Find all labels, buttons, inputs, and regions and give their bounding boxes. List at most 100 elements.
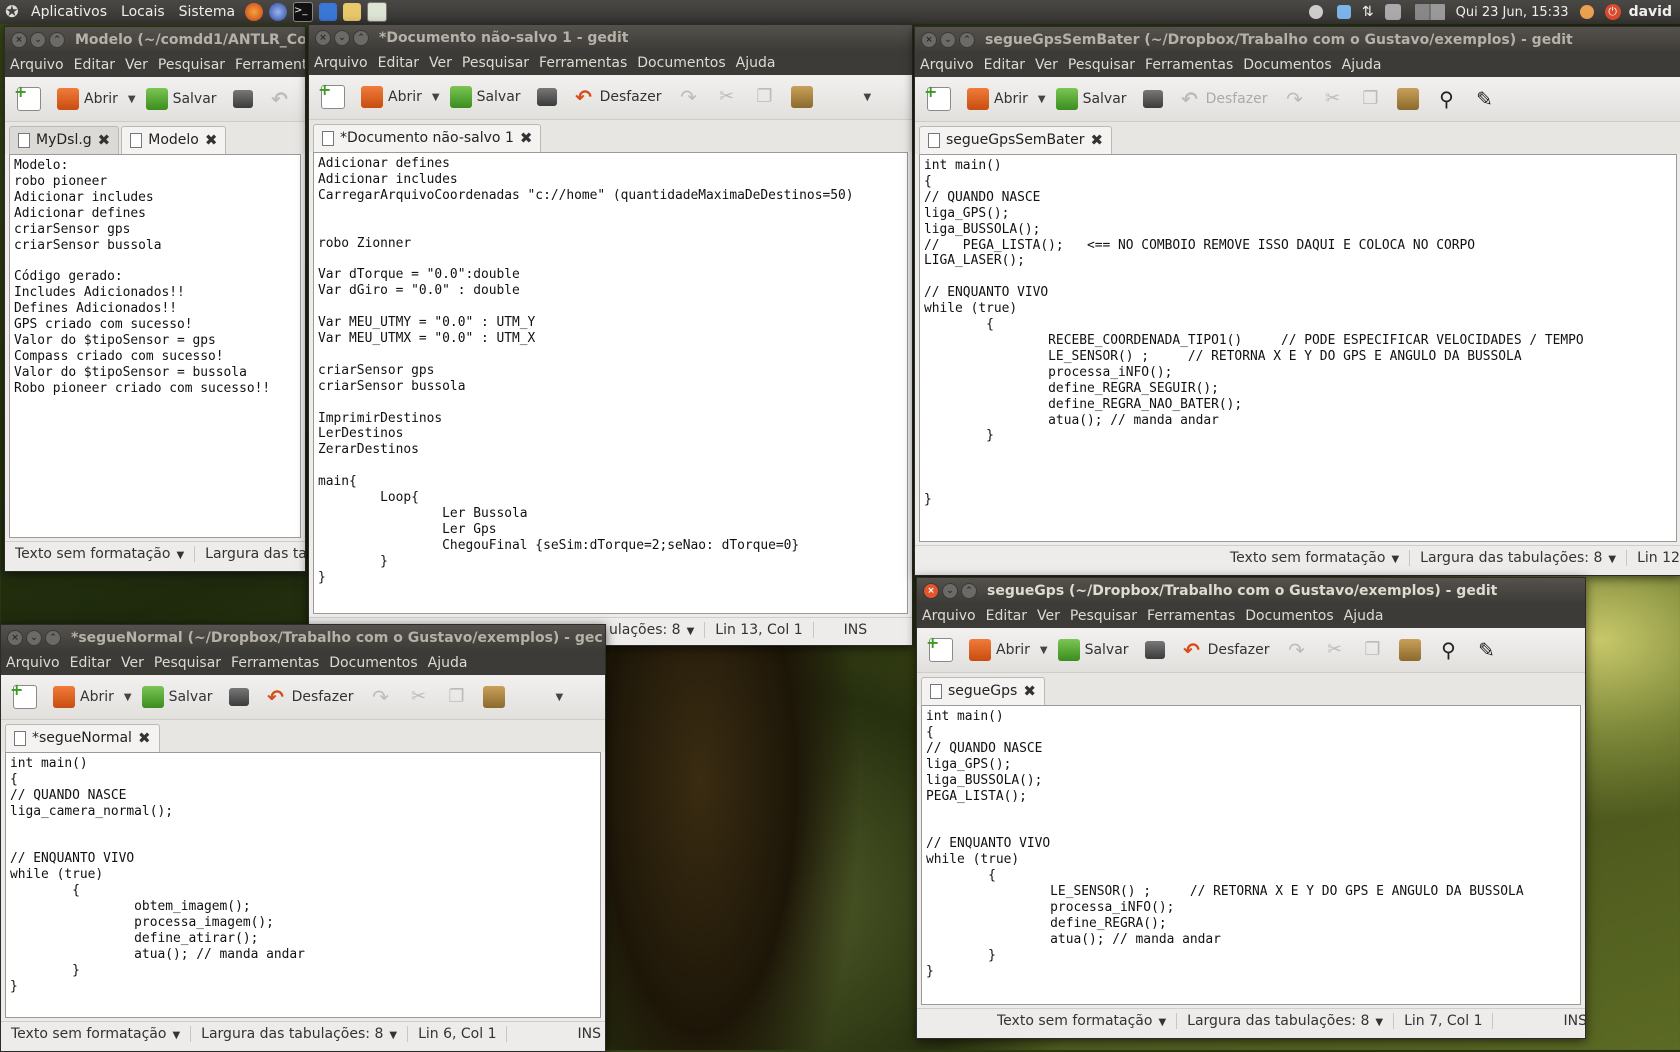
editor-content[interactable]: int main() { // QUANDO NASCE liga_GPS();… <box>922 706 1580 982</box>
tab-width-selector[interactable]: Largura das tabula <box>195 546 305 562</box>
undo-button[interactable]: ↶ Desfazer <box>1173 84 1274 114</box>
tab-seguegpssembater[interactable]: segueGpsSemBater ✖ <box>919 126 1113 154</box>
print-button[interactable] <box>1137 86 1169 112</box>
maximize-icon[interactable]: ⌃ <box>959 32 975 48</box>
cut-button[interactable]: ✂ <box>1317 635 1351 665</box>
open-button[interactable]: Abrir <box>47 682 120 712</box>
format-selector[interactable]: Texto sem formatação ▼ <box>5 546 196 562</box>
menu-ver[interactable]: Ver <box>120 57 153 73</box>
open-dropdown-icon[interactable]: ▼ <box>432 92 440 103</box>
redo-button[interactable]: ↷ <box>671 82 705 112</box>
network-arrows-icon[interactable]: ⇅ <box>1362 4 1374 20</box>
maximize-icon[interactable]: ⌃ <box>49 32 65 48</box>
close-icon[interactable]: × <box>11 32 27 48</box>
menu-locais[interactable]: Locais <box>114 4 172 20</box>
tab-documento[interactable]: *Documento não-salvo 1 ✖ <box>313 124 542 152</box>
menu-ferramentas[interactable]: Ferramentas <box>1140 57 1238 73</box>
title-bar[interactable]: × ⌄ ⌃ *Documento não-salvo 1 - gedit <box>309 25 912 51</box>
menu-arquivo[interactable]: Arquivo <box>915 57 979 73</box>
folder-icon[interactable] <box>343 3 362 21</box>
save-button[interactable]: Salvar <box>136 682 219 712</box>
redo-button[interactable]: ↷ <box>1279 635 1313 665</box>
maximize-icon[interactable]: ⌃ <box>353 30 369 46</box>
close-icon[interactable]: × <box>315 30 331 46</box>
tab-width-selector[interactable]: Largura das tabulações: 8 ▼ <box>1177 1013 1395 1029</box>
menu-editar[interactable]: Editar <box>373 55 424 71</box>
tab-width-selector[interactable]: Largura das tabulações: 8 ▼ <box>191 1026 409 1042</box>
text-editor[interactable]: int main() { // QUANDO NASCE liga_GPS();… <box>921 705 1581 1005</box>
tab-mydsl[interactable]: MyDsl.g ✖ <box>9 126 120 154</box>
menu-editar[interactable]: Editar <box>981 608 1032 624</box>
editor-content[interactable]: int main() { // QUANDO NASCE liga_camera… <box>6 753 600 998</box>
terminal-icon[interactable]: >_ <box>293 2 314 22</box>
open-button[interactable]: Abrir <box>355 82 428 112</box>
undo-button[interactable]: ↶ Desfazer <box>1175 635 1276 665</box>
firefox-icon[interactable] <box>245 3 264 21</box>
menu-editar[interactable]: Editar <box>979 57 1030 73</box>
menu-pesquisar[interactable]: Pesquisar <box>153 57 230 73</box>
dropbox-icon[interactable] <box>1336 5 1351 19</box>
format-selector[interactable]: Texto sem formatação ▼ <box>987 1013 1178 1029</box>
tab-modelo[interactable]: Modelo ✖ <box>121 126 227 154</box>
save-button[interactable]: Salvar <box>140 84 223 114</box>
undo-button[interactable]: ↶ Desfazer <box>567 82 668 112</box>
title-bar[interactable]: × ⌄ ⌃ segueGps (~/Dropbox/Trabalho com o G… <box>917 578 1585 604</box>
menu-pesquisar[interactable]: Pesquisar <box>457 55 534 71</box>
editor-content[interactable]: Adicionar defines Adicionar includes Car… <box>314 153 907 588</box>
replace-button[interactable]: ✎ <box>1467 84 1501 114</box>
text-editor[interactable]: Adicionar defines Adicionar includes Car… <box>313 152 908 614</box>
paste-button[interactable] <box>1391 84 1425 114</box>
close-icon[interactable]: × <box>7 630 23 646</box>
close-icon[interactable]: × <box>921 32 937 48</box>
new-button[interactable] <box>315 80 351 113</box>
save-button[interactable]: Salvar <box>1052 635 1135 665</box>
menu-arquivo[interactable]: Arquivo <box>5 57 69 73</box>
menu-arquivo[interactable]: Arquivo <box>309 55 373 71</box>
menu-pesquisar[interactable]: Pesquisar <box>1063 57 1140 73</box>
menu-ver[interactable]: Ver <box>1030 57 1063 73</box>
cut-button[interactable]: ✂ <box>709 82 743 112</box>
save-button[interactable]: Salvar <box>1050 84 1133 114</box>
menu-ajuda[interactable]: Ajuda <box>423 655 473 671</box>
menu-ver[interactable]: Ver <box>1032 608 1065 624</box>
menu-arquivo[interactable]: Arquivo <box>1 655 65 671</box>
copy-button[interactable]: ❐ <box>1355 635 1389 665</box>
workspace-switcher-icon[interactable] <box>1414 4 1445 20</box>
copy-button[interactable]: ❐ <box>439 682 473 712</box>
editor-content[interactable]: Modelo: robo pioneer Adicionar includes … <box>10 155 300 400</box>
open-button[interactable]: Abrir <box>961 84 1034 114</box>
open-dropdown-icon[interactable]: ▼ <box>128 94 136 105</box>
network-icon[interactable] <box>319 3 338 21</box>
redo-button[interactable]: ↷ <box>1277 84 1311 114</box>
close-tab-icon[interactable]: ✖ <box>520 129 533 147</box>
menu-documentos[interactable]: Documentos <box>1240 608 1338 624</box>
user-icon[interactable] <box>1579 5 1594 19</box>
minimize-icon[interactable]: ⌄ <box>30 32 46 48</box>
title-bar[interactable]: × ⌄ ⌃ segueGpsSemBater (~/Dropbox/Trabalho… <box>915 27 1680 53</box>
print-button[interactable] <box>227 86 259 112</box>
minimize-icon[interactable]: ⌄ <box>26 630 42 646</box>
menu-documentos[interactable]: Documentos <box>324 655 422 671</box>
menu-ajuda[interactable]: Ajuda <box>1337 57 1387 73</box>
menu-ver[interactable]: Ver <box>424 55 457 71</box>
printer-tray-icon[interactable] <box>1384 4 1401 20</box>
close-tab-icon[interactable]: ✖ <box>205 131 218 149</box>
new-button[interactable] <box>11 82 47 115</box>
format-selector[interactable]: Texto sem formatação ▼ <box>1220 550 1411 566</box>
menu-documentos[interactable]: Documentos <box>1238 57 1336 73</box>
paste-button[interactable] <box>785 82 819 112</box>
menu-ajuda[interactable]: Ajuda <box>731 55 781 71</box>
new-button[interactable] <box>7 680 43 713</box>
text-editor[interactable]: int main() { // QUANDO NASCE liga_camera… <box>5 752 601 1018</box>
toolbar-overflow-icon[interactable]: ▼ <box>555 692 563 703</box>
close-tab-icon[interactable]: ✖ <box>138 729 151 747</box>
tab-seguenormal[interactable]: *segueNormal ✖ <box>5 724 160 752</box>
menu-editar[interactable]: Editar <box>69 57 120 73</box>
menu-ferramentas[interactable]: Ferramentas <box>534 55 632 71</box>
title-bar[interactable]: × ⌄ ⌃ Modelo (~/comdd1/ANTLR_Co <box>5 27 305 53</box>
monitor-icon[interactable] <box>367 2 388 22</box>
cut-button[interactable]: ✂ <box>401 682 435 712</box>
new-button[interactable] <box>921 82 957 115</box>
cut-button[interactable]: ✂ <box>1315 84 1349 114</box>
menu-pesquisar[interactable]: Pesquisar <box>149 655 226 671</box>
